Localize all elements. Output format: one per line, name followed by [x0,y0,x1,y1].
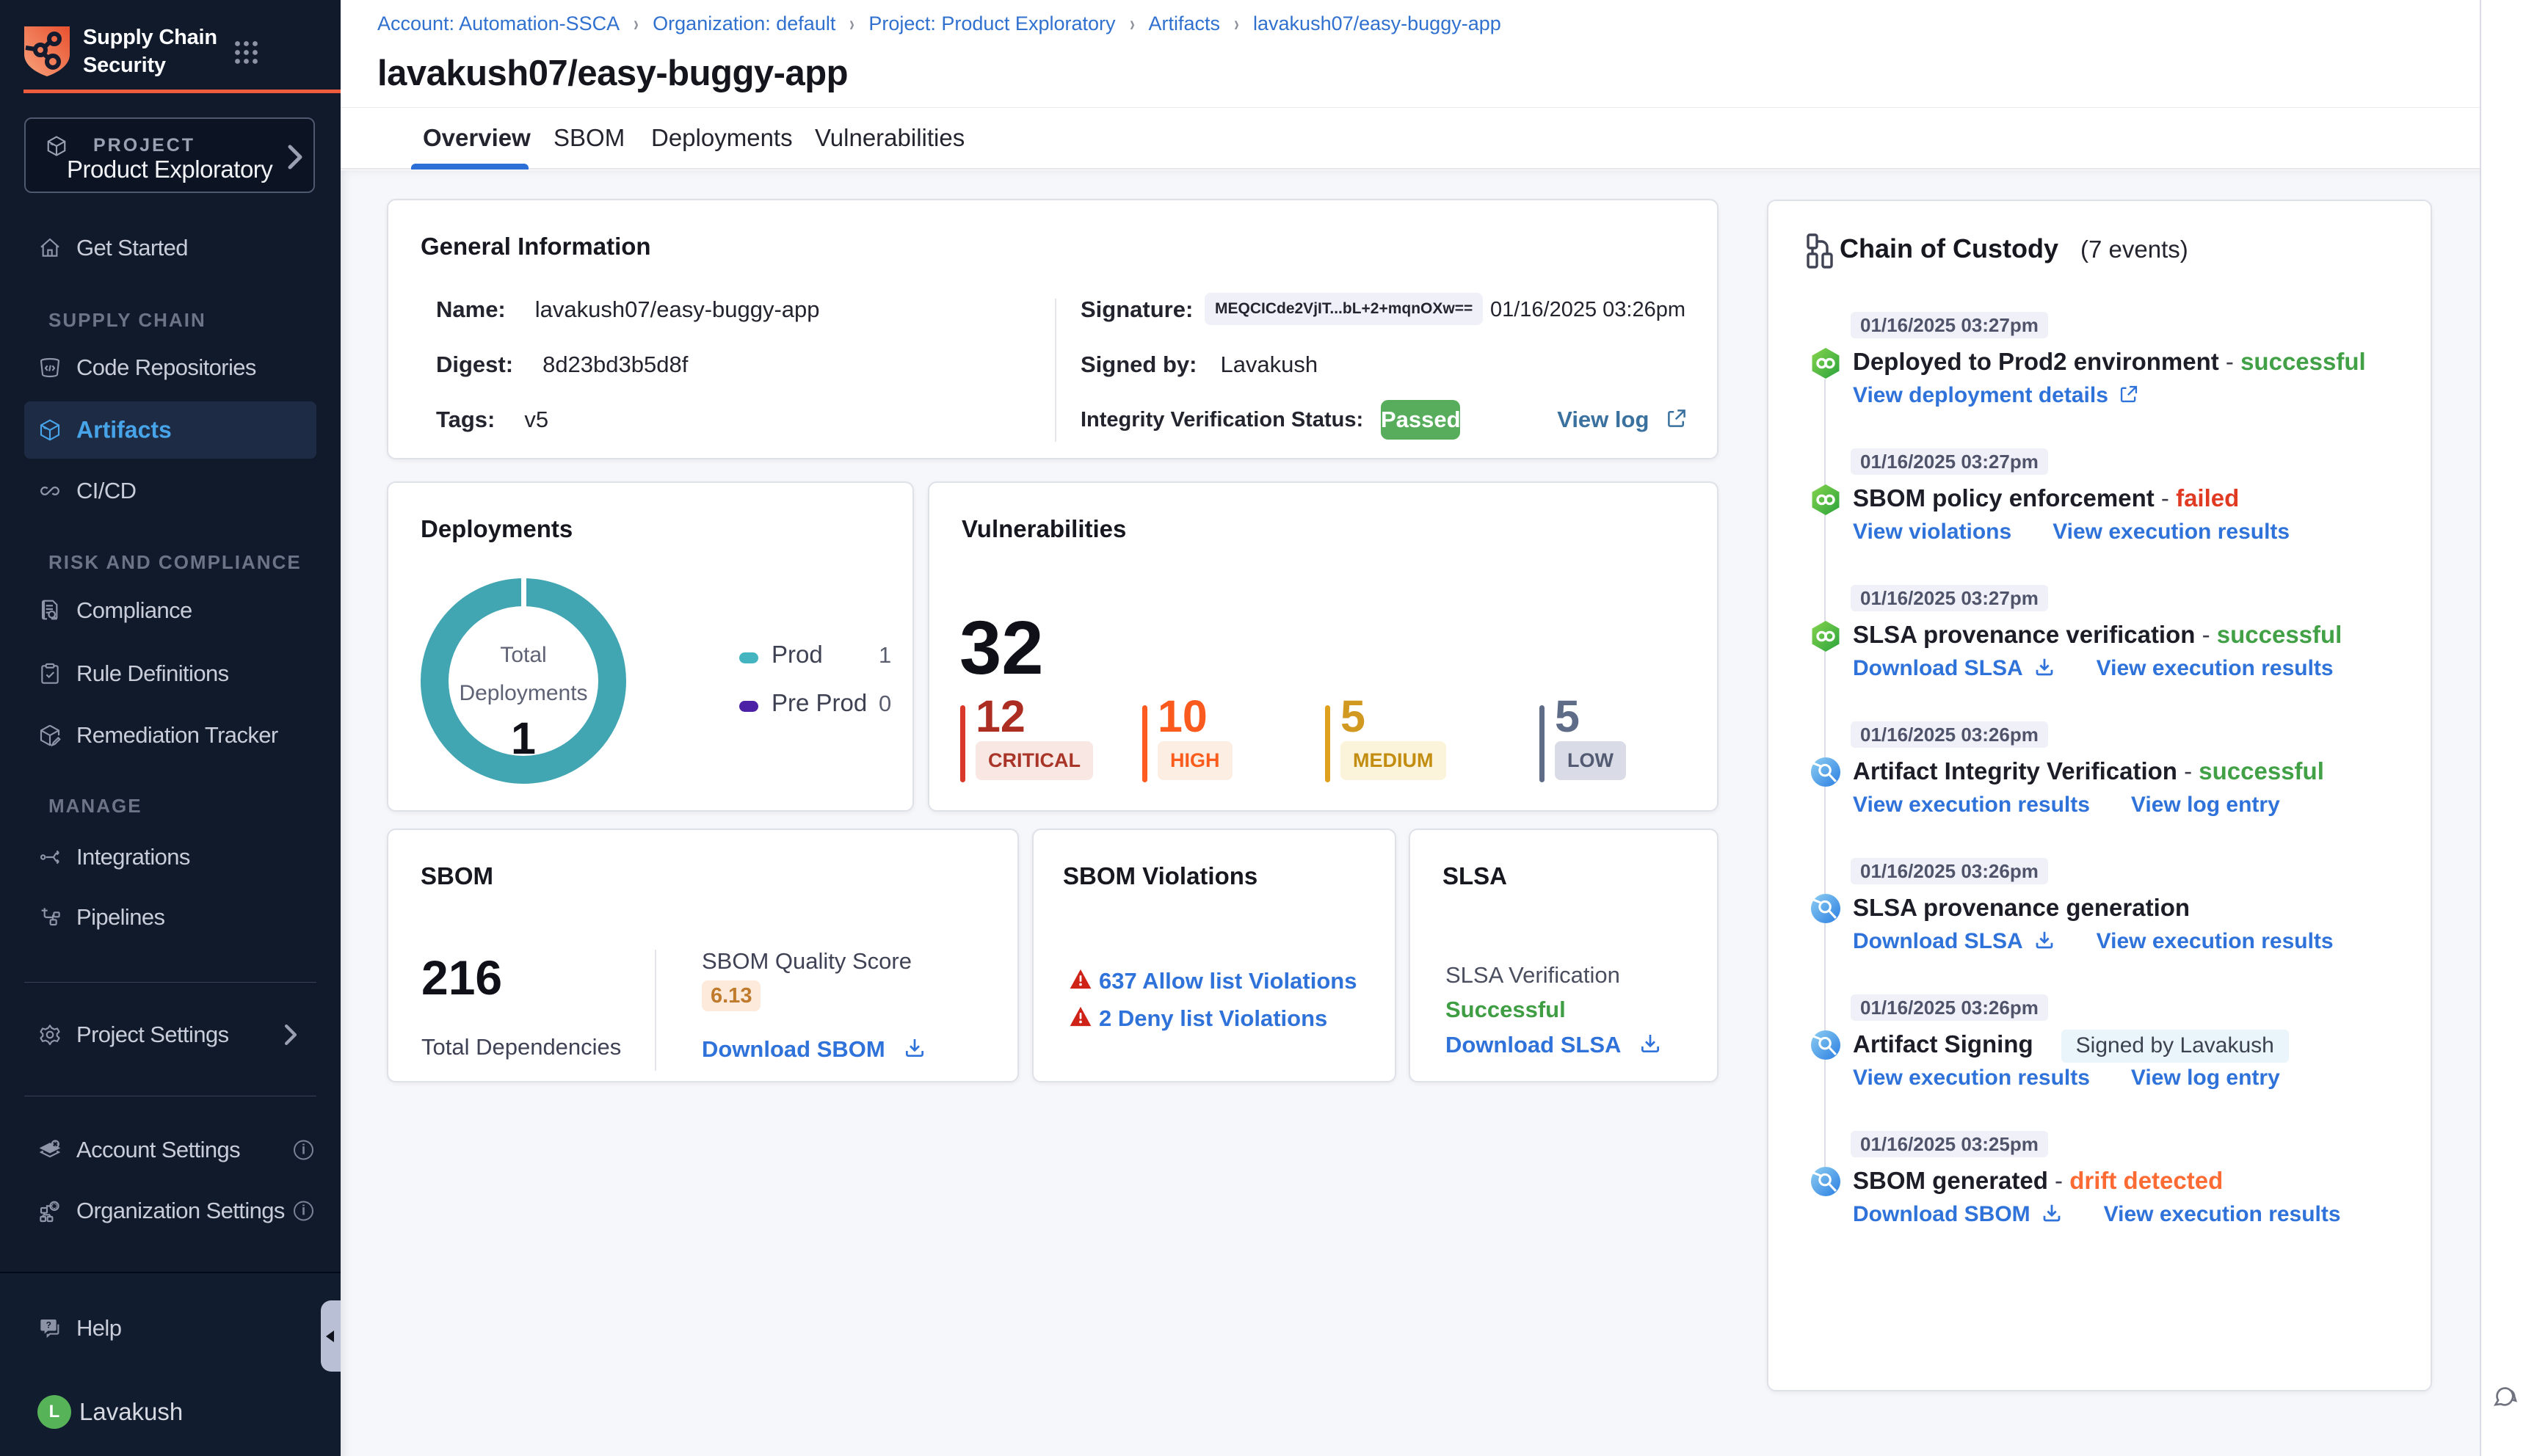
svg-text:?: ? [46,1320,51,1330]
